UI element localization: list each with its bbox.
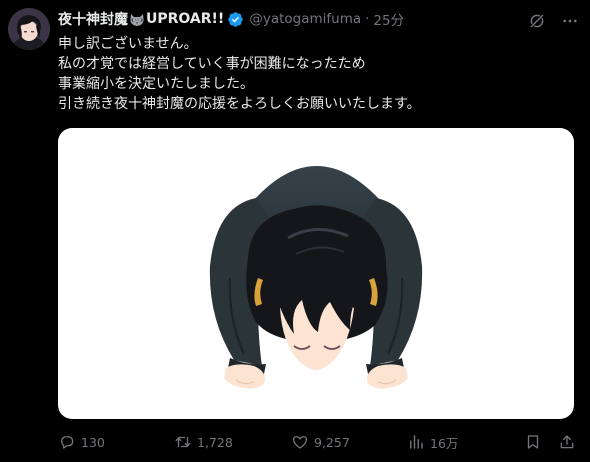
tweet[interactable]: 夜十神封魔 UPROAR!! @yatogamifuma · 25分 申し訳ござ…	[0, 0, 590, 462]
header-separator: ·	[365, 11, 370, 27]
author-handle[interactable]: @yatogamifuma	[249, 11, 361, 27]
share-button[interactable]	[558, 431, 576, 453]
reply-icon	[58, 433, 76, 451]
tweet-text-line: 私の才覚では経営していく事が困難になったため	[58, 56, 366, 72]
repost-count: 1,728	[197, 434, 233, 450]
verified-badge-icon[interactable]	[227, 11, 244, 28]
reply-count: 130	[81, 434, 105, 450]
views-icon	[407, 433, 425, 451]
raccoon-icon	[129, 12, 145, 26]
more-icon[interactable]	[559, 10, 581, 32]
repost-button[interactable]: 1,728	[174, 431, 233, 453]
tweet-header: 夜十神封魔 UPROAR!! @yatogamifuma · 25分	[58, 9, 404, 29]
tweet-text: 申し訳ございません。 私の才覚では経営していく事が困難になったため 事業縮小を決…	[58, 34, 578, 114]
tweet-text-line: 申し訳ございません。	[58, 36, 198, 52]
views-count: 16万	[430, 435, 459, 451]
repost-icon	[174, 433, 192, 451]
reply-button[interactable]: 130	[58, 431, 105, 453]
tweet-media[interactable]	[58, 128, 574, 419]
like-icon	[291, 433, 309, 451]
tweet-text-line: 引き続き夜十神封魔の応援をよろしくお願いいたします。	[58, 96, 421, 112]
bookmark-button[interactable]	[524, 431, 542, 453]
share-icon	[558, 433, 576, 451]
display-name[interactable]: 夜十神封魔	[58, 9, 128, 29]
tweet-timestamp[interactable]: 25分	[373, 9, 404, 29]
like-count: 9,257	[314, 434, 350, 450]
tweet-text-line: 事業縮小を決定いたしました。	[58, 76, 254, 92]
bowing-character-image	[209, 166, 423, 389]
bookmark-icon	[524, 433, 542, 451]
avatar[interactable]	[8, 8, 50, 50]
display-name-suffix[interactable]: UPROAR!!	[146, 11, 224, 27]
tweet-actions: 130 1,728 9,257 16万	[58, 431, 578, 453]
grok-icon[interactable]	[526, 10, 548, 32]
like-button[interactable]: 9,257	[291, 431, 350, 453]
avatar-image	[8, 8, 50, 50]
views-button[interactable]: 16万	[407, 431, 458, 453]
